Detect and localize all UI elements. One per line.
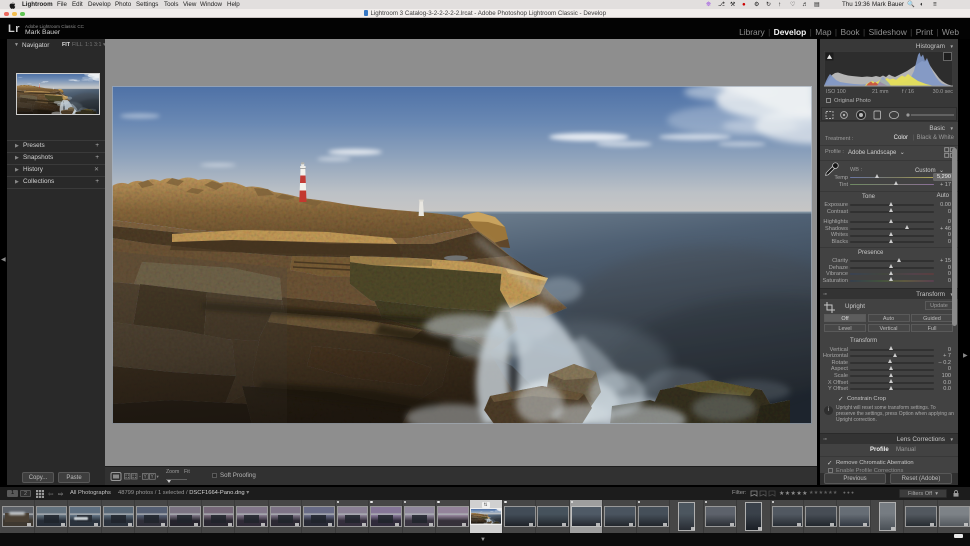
- svg-text:▾: ▾: [157, 474, 160, 479]
- svg-text:Y: Y: [150, 474, 154, 480]
- svg-text:Y: Y: [143, 474, 147, 480]
- svg-text:-: -: [139, 474, 141, 480]
